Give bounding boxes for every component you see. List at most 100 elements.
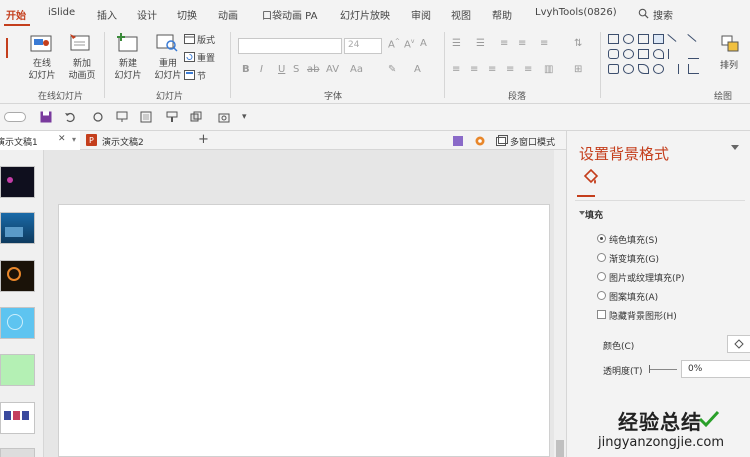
menu-animations[interactable]: 动画 (218, 7, 238, 22)
slide-thumbnail[interactable] (0, 307, 35, 339)
search-icon[interactable] (638, 8, 649, 19)
highlight-icon[interactable]: ✎ (388, 64, 396, 75)
text-direction-icon[interactable]: ⇅ (574, 38, 582, 49)
shape-rect-icon[interactable] (608, 34, 619, 44)
smartart-icon[interactable]: ⊞ (574, 64, 582, 75)
close-tab-icon[interactable]: ✕ (58, 134, 66, 144)
new-tab-icon[interactable]: + (198, 132, 209, 147)
slide-thumbnail[interactable] (0, 448, 35, 457)
shape-square-icon[interactable] (638, 34, 649, 44)
shape-connector-icon[interactable] (688, 49, 699, 59)
decrease-font-icon[interactable]: Av (404, 38, 414, 50)
slide-thumbnail[interactable] (0, 166, 35, 198)
menu-pocket-animation[interactable]: 口袋动画 PA (262, 7, 317, 22)
slide-canvas[interactable] (58, 204, 550, 457)
reuse-slide-icon[interactable] (156, 32, 178, 52)
gradient-fill-label[interactable]: 渐变填充(G) (609, 252, 659, 265)
tab-dropdown-icon[interactable]: ▾ (72, 135, 76, 144)
menu-help[interactable]: 帮助 (492, 7, 512, 22)
change-case-icon[interactable]: Aa (350, 64, 363, 75)
shape-ellipse-icon[interactable] (623, 64, 634, 74)
shape-bracket-icon[interactable] (668, 49, 679, 59)
font-color-icon[interactable]: A (414, 64, 421, 75)
bold-icon[interactable]: B (242, 64, 250, 75)
char-spacing-icon[interactable]: AV (326, 64, 339, 75)
menu-design[interactable]: 设计 (137, 7, 157, 22)
increase-indent-icon[interactable]: ≡ (518, 38, 526, 49)
online-slide-icon[interactable] (30, 34, 52, 54)
tab-doc1[interactable]: 演示文稿1 ✕ ▾ (0, 131, 80, 150)
menu-insert[interactable]: 插入 (97, 7, 117, 22)
online-slide-button[interactable]: 在线 幻灯片 (22, 58, 62, 82)
shape-brace-icon[interactable] (668, 64, 679, 74)
reuse-slide-button[interactable]: 重用 幻灯片 (148, 58, 188, 82)
reset-icon[interactable] (184, 52, 195, 62)
solid-fill-label[interactable]: 纯色填充(S) (609, 233, 658, 246)
shape-rect2-icon[interactable] (638, 49, 649, 59)
gradient-fill-radio[interactable] (597, 253, 606, 262)
menu-transitions[interactable]: 切换 (177, 7, 197, 22)
menu-search[interactable]: 搜索 (653, 7, 673, 22)
pane-options-icon[interactable] (731, 145, 739, 150)
align-center-icon[interactable]: ≡ (470, 64, 478, 75)
undo-icon[interactable] (64, 111, 76, 123)
numbering-icon[interactable]: ☰ (476, 38, 485, 49)
font-family-input[interactable] (238, 38, 342, 54)
editor-scrollbar[interactable] (554, 150, 566, 457)
shape-oval-icon[interactable] (623, 34, 634, 44)
arrange-button[interactable]: 排列 (720, 58, 738, 71)
reset-button[interactable]: 重置 (197, 51, 215, 64)
menu-islide[interactable]: iSlide (48, 7, 75, 18)
slide-thumbnail[interactable] (0, 260, 35, 292)
settings-gear-icon[interactable] (474, 135, 486, 147)
save-icon[interactable] (40, 111, 52, 123)
shape-arrow-icon[interactable] (681, 34, 697, 49)
align-left-icon[interactable]: ≡ (452, 64, 460, 75)
increase-font-icon[interactable]: A^ (388, 38, 400, 50)
menu-home[interactable]: 开始 (6, 7, 26, 22)
pattern-fill-radio[interactable] (597, 291, 606, 300)
decrease-indent-icon[interactable]: ≡ (500, 38, 508, 49)
hide-graphics-checkbox[interactable] (597, 310, 606, 319)
multi-window-button[interactable]: 多窗口模式 (510, 135, 555, 148)
shape-rounded-rect-icon[interactable] (608, 49, 619, 59)
autosave-toggle[interactable] (4, 112, 26, 122)
layout-icon[interactable] (184, 34, 195, 44)
font-size-input[interactable]: 24 (344, 38, 382, 54)
underline-icon[interactable]: U (278, 64, 285, 75)
bullets-icon[interactable]: ☰ (452, 38, 461, 49)
shapes-gallery[interactable] (608, 32, 712, 78)
strikethrough-icon[interactable]: ab (307, 64, 319, 75)
touch-mode-icon[interactable] (140, 111, 152, 123)
transparency-slider[interactable] (649, 369, 677, 370)
slide-thumbnail[interactable] (0, 354, 35, 386)
menu-slideshow[interactable]: 幻灯片放映 (340, 7, 390, 22)
multi-window-icon[interactable] (496, 135, 508, 147)
menu-view[interactable]: 视图 (451, 7, 471, 22)
shape-freeform-icon[interactable] (653, 64, 664, 74)
puzzle-icon[interactable] (452, 135, 464, 147)
redo-icon[interactable] (92, 111, 104, 123)
section-icon[interactable] (184, 70, 195, 80)
clear-format-icon[interactable]: A (420, 38, 427, 49)
format-painter-icon[interactable] (166, 111, 178, 123)
shape-elbow-icon[interactable] (688, 64, 699, 74)
shape-callout-icon[interactable] (653, 49, 664, 59)
customize-qat-icon[interactable]: ▾ (242, 112, 247, 122)
pattern-fill-label[interactable]: 图案填充(A) (609, 290, 658, 303)
layout-button[interactable]: 版式 (197, 33, 215, 46)
picture-fill-label[interactable]: 图片或纹理填充(P) (609, 271, 684, 284)
fill-section-heading[interactable]: 填充 (585, 208, 603, 221)
arrange-icon[interactable] (720, 34, 742, 54)
fill-bucket-icon[interactable] (581, 169, 599, 187)
new-slide-button[interactable]: 新建 幻灯片 (108, 58, 148, 82)
scrollbar-thumb[interactable] (556, 440, 564, 457)
slide-thumbnail[interactable] (0, 402, 35, 434)
hide-graphics-label[interactable]: 隐藏背景图形(H) (609, 309, 677, 322)
transparency-input[interactable]: 0% (681, 360, 750, 378)
new-anim-page-icon[interactable] (68, 32, 90, 52)
italic-icon[interactable]: I (260, 64, 263, 75)
color-picker-button[interactable] (727, 335, 750, 353)
distributed-icon[interactable]: ≡ (524, 64, 532, 75)
solid-fill-radio[interactable] (597, 234, 606, 243)
